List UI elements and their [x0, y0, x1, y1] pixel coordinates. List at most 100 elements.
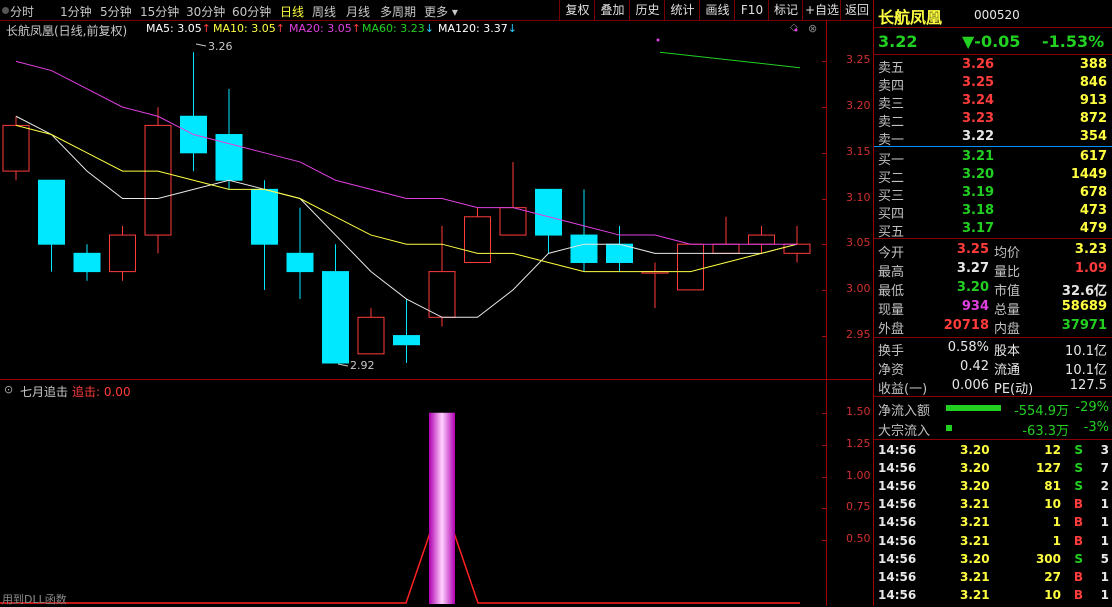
stat-label: 最高: [878, 265, 905, 280]
stat-row: 今开 3.25 均价 3.23: [874, 241, 1112, 261]
price-change: ▼-0.05: [962, 32, 1021, 51]
tick-row[interactable]: 14:56 3.21 10 B 1: [874, 586, 1112, 604]
tick-time: 14:56: [878, 515, 917, 530]
indicator-axis-label: 0.50: [846, 532, 871, 546]
ask-row[interactable]: 卖五 3.26 388: [874, 56, 1112, 76]
tick-price: 3.21: [960, 497, 990, 512]
quote-sep: [874, 238, 1112, 239]
ask-row[interactable]: 卖四 3.25 846: [874, 74, 1112, 94]
bid-row[interactable]: 买四 3.18 473: [874, 202, 1112, 222]
level-volume: 846: [1079, 75, 1107, 90]
stat2-cell: 收益(一): [878, 382, 928, 397]
tick-time: 14:56: [878, 461, 917, 476]
bid-ask-divider: [874, 146, 1112, 147]
period-tab-5[interactable]: 60分钟: [232, 3, 271, 20]
tick-count: 1: [1100, 497, 1109, 512]
period-tab-7[interactable]: 周线: [312, 3, 336, 20]
stat-value: 934: [961, 299, 989, 314]
tick-row[interactable]: 14:56 3.21 1 B 1: [874, 532, 1112, 550]
period-tab-9[interactable]: 多周期: [380, 3, 416, 20]
stat-label: 均价: [994, 246, 1021, 261]
candle: [38, 179, 65, 272]
toolbar-button-6[interactable]: 标记: [768, 0, 803, 20]
bid-row[interactable]: 买五 3.17 479: [874, 220, 1112, 240]
stat2-cell: 换手: [878, 344, 905, 359]
period-tab-3[interactable]: 15分钟: [140, 3, 179, 20]
ask-row[interactable]: 卖三 3.24 913: [874, 92, 1112, 112]
high-marker: 3.26: [208, 40, 233, 53]
level-price: 3.24: [962, 93, 995, 108]
bid-row[interactable]: 买二 3.20 1449: [874, 166, 1112, 186]
indicator-axis-tick: [822, 476, 827, 478]
period-tab-4[interactable]: 30分钟: [186, 3, 225, 20]
tick-row[interactable]: 14:56 3.20 81 S 2: [874, 477, 1112, 495]
tick-price: 3.20: [960, 461, 990, 476]
ma-dot: [656, 38, 660, 42]
candle: [712, 216, 740, 254]
candle: [215, 88, 243, 190]
period-tab-10[interactable]: 更多 ▾: [424, 3, 458, 20]
toolbar-button-4[interactable]: 画线: [699, 0, 735, 20]
stock-name: 长航凤凰: [878, 8, 943, 27]
toolbar-button-5[interactable]: F10: [734, 0, 769, 20]
tick-row[interactable]: 14:56 3.20 300 S 5: [874, 550, 1112, 568]
period-tab-0[interactable]: 分时: [10, 3, 34, 20]
tick-side: B: [1073, 533, 1083, 548]
chase-line: [0, 520, 800, 604]
bid-row[interactable]: 买一 3.21 617: [874, 148, 1112, 168]
level-volume: 617: [1079, 149, 1107, 164]
tick-volume: 1: [1052, 515, 1061, 530]
tick-price: 3.21: [960, 533, 990, 548]
candle: [393, 299, 420, 363]
tick-row[interactable]: 14:56 3.20 127 S 7: [874, 459, 1112, 477]
flow-pct: -3%: [1083, 420, 1109, 435]
indicator-axis-label: 1.00: [846, 468, 871, 482]
bid-row[interactable]: 买三 3.19 678: [874, 184, 1112, 204]
candle: [286, 207, 314, 300]
tick-count: 1: [1100, 569, 1109, 584]
tick-count: 1: [1100, 533, 1109, 548]
tick-price: 3.21: [960, 569, 990, 584]
stat-label: 外盘: [878, 322, 905, 337]
tick-row[interactable]: 14:56 3.21 10 B 1: [874, 495, 1112, 513]
toolbar-button-7[interactable]: +自选: [802, 0, 841, 20]
level-price: 3.20: [962, 167, 995, 182]
tick-price: 3.20: [960, 443, 990, 457]
toolbar-button-2[interactable]: 历史: [629, 0, 665, 20]
toolbar-button-3[interactable]: 统计: [664, 0, 700, 20]
tick-price: 3.21: [960, 515, 990, 530]
indicator-axis-label: 0.75: [846, 500, 871, 514]
tick-row[interactable]: 14:56 3.21 1 B 1: [874, 513, 1112, 531]
stat-value: 1.09: [1074, 261, 1107, 276]
toolbar-button-1[interactable]: 叠加: [594, 0, 630, 20]
candle: [322, 244, 349, 364]
flow-bar: [946, 405, 1001, 411]
level-volume: 913: [1079, 93, 1107, 108]
stat2-cell: 0.58%: [947, 340, 989, 355]
period-tab-8[interactable]: 月线: [346, 3, 370, 20]
ask-row[interactable]: 卖一 3.22 354: [874, 128, 1112, 148]
period-tab-1[interactable]: 1分钟: [60, 3, 92, 20]
tick-volume: 27: [1044, 569, 1061, 584]
period-tab-6[interactable]: 日线: [280, 3, 304, 20]
stat-label: 现量: [878, 303, 905, 318]
stat2-cell: PE(动): [994, 382, 1034, 397]
tick-time: 14:56: [878, 587, 917, 602]
low-marker: 2.92: [350, 359, 375, 372]
stat-value: 3.27: [956, 261, 989, 276]
tick-row[interactable]: 14:56 3.21 27 B 1: [874, 568, 1112, 586]
tick-row[interactable]: 14:56 3.20 12 S 3: [874, 441, 1112, 459]
period-tab-2[interactable]: 5分钟: [100, 3, 132, 20]
ask-row[interactable]: 卖二 3.23 872: [874, 110, 1112, 130]
candlestick-chart[interactable]: 3.26 2.92: [0, 20, 828, 380]
tick-side: S: [1074, 479, 1083, 494]
candle: [73, 244, 101, 281]
toolbar-button-0[interactable]: 复权: [559, 0, 595, 20]
quote-sep: [874, 54, 1112, 55]
indicator-chart[interactable]: [0, 380, 826, 606]
toolbar-button-8[interactable]: 返回: [840, 0, 873, 20]
level-price: 3.17: [962, 221, 995, 236]
level-price: 3.19: [962, 185, 995, 200]
stat-row: 外盘 20718 内盘 37971: [874, 317, 1112, 337]
stat2-cell: 127.5: [1069, 378, 1107, 393]
